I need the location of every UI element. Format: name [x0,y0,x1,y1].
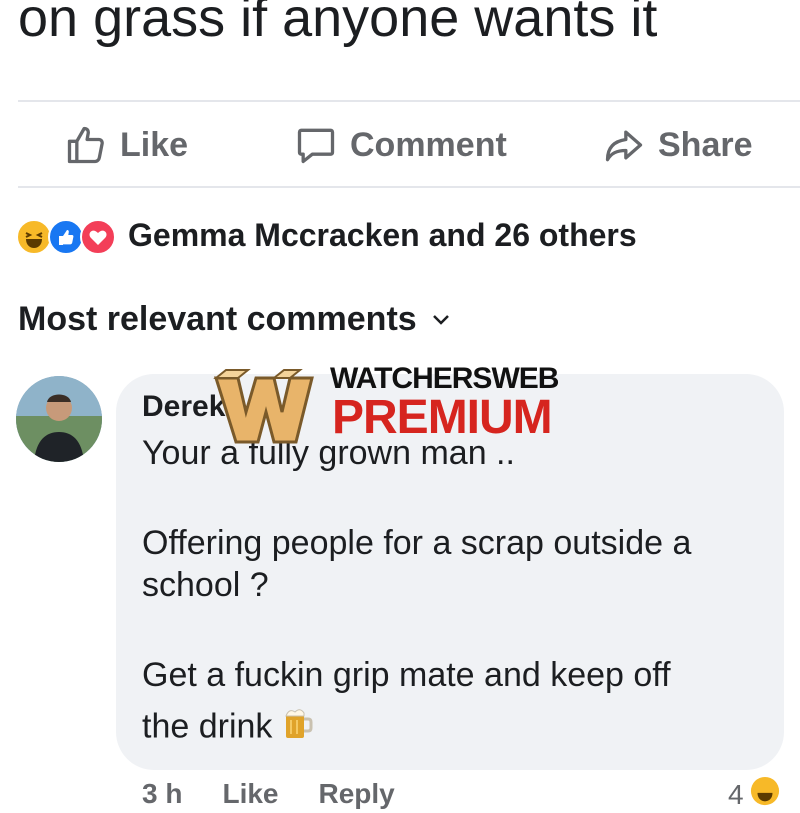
comment-text-line: Get a fuckin grip mate and keep off [142,656,671,694]
comment-reaction-count-value: 4 [728,778,744,810]
like-reaction-icon [48,219,84,255]
post-text: on grass if anyone wants it [18,0,658,48]
comment-like-link[interactable]: Like [222,778,278,810]
thumbs-up-icon [67,126,104,164]
love-reaction-icon [80,219,116,255]
watermark: WATCHERSWEB PREMIUM [212,360,602,450]
share-button-label: Share [658,125,753,164]
avatar[interactable] [16,376,102,462]
like-button-label: Like [120,125,189,164]
comment-meta-row: 3 h Like Reply [142,778,395,810]
haha-reaction-icon [750,776,780,813]
comment-text-line: school ? [142,566,269,604]
chevron-down-icon [432,314,449,325]
post-actions-bar: Like Comment Share [0,102,800,186]
haha-reaction-icon [16,219,52,255]
divider [18,186,800,188]
comment-icon [297,128,335,164]
comment-button[interactable]: Comment [294,120,507,170]
comment-button-label: Comment [350,125,507,164]
comment-timestamp: 3 h [142,778,183,809]
share-icon [605,130,643,162]
reaction-summary-text: Gemma Mccracken and 26 others [128,216,637,253]
comment-sort-dropdown[interactable]: Most relevant comments [18,300,451,339]
comment-sort-label: Most relevant comments [18,300,417,338]
watermark-bottom-text: PREMIUM [332,391,553,444]
comment-text-line: Offering people for a scrap outside a [142,524,692,562]
share-button[interactable]: Share [602,120,753,170]
watermark-logo [213,369,314,444]
beer-mug-icon [282,706,314,751]
reaction-icons [16,213,120,257]
comment-last-line: the drink [142,706,314,751]
comment-text-line: the drink [142,707,273,746]
like-button[interactable]: Like [64,120,188,170]
reaction-summary[interactable]: Gemma Mccracken and 26 others [16,210,637,260]
comment-reply-link[interactable]: Reply [319,778,395,810]
comment-reaction-count[interactable]: 4 [728,776,780,813]
